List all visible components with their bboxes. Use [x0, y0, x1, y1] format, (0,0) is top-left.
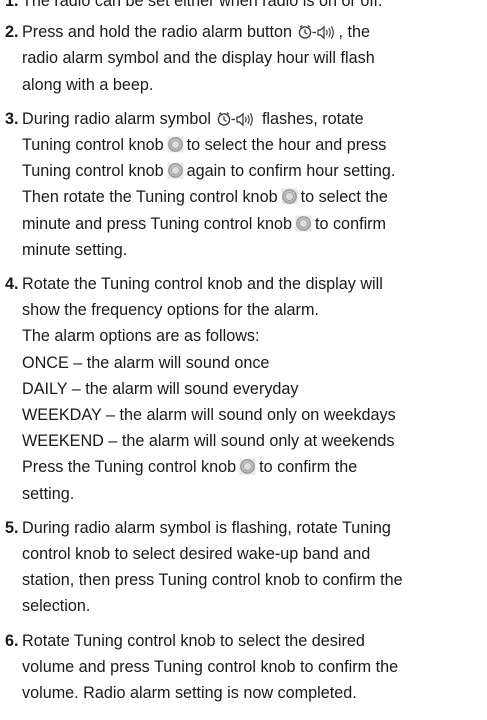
step-text: station, then press Tuning control knob …: [22, 571, 403, 590]
tuning-knob-icon: [167, 136, 184, 153]
step-text: show the frequency options for the alarm…: [22, 301, 319, 320]
step-text: During radio alarm symbol flashes, rotat…: [22, 109, 364, 128]
step-1: 1. The radio can be set either when radi…: [0, 0, 487, 14]
step-number: 5.: [5, 518, 19, 537]
step-6: 6. Rotate Tuning control knob to select …: [0, 628, 487, 707]
step-text: minute setting.: [22, 240, 128, 259]
step-number: 6.: [5, 631, 19, 650]
step-text: The alarm options are as follows:: [22, 327, 260, 346]
step-text: setting.: [22, 484, 75, 503]
step-number: 3.: [5, 109, 19, 128]
step-text: Press and hold the radio alarm button , …: [22, 23, 370, 42]
step-number: 4.: [5, 275, 19, 294]
tuning-knob-icon: [295, 215, 312, 232]
step-text: Tuning control knob to select the hour an…: [22, 136, 387, 155]
step-text: Then rotate the Tuning control knob to se…: [22, 188, 388, 207]
step-text: Rotate the Tuning control knob and the d…: [22, 275, 383, 294]
alarm-option-daily: DAILY – the alarm will sound everyday: [22, 379, 299, 398]
tuning-knob-icon: [281, 188, 298, 205]
radio-alarm-icon: [218, 111, 254, 127]
step-text: The radio can be set either when radio i…: [22, 0, 383, 10]
step-text: Rotate Tuning control knob to select the…: [22, 631, 365, 650]
step-text: Press the Tuning control knob to confirm …: [22, 458, 358, 477]
step-text: During radio alarm symbol is flashing, r…: [22, 518, 391, 537]
step-text: volume. Radio alarm setting is now compl…: [22, 684, 357, 703]
step-5: 5. During radio alarm symbol is flashing…: [0, 515, 487, 620]
step-4: 4. Rotate the Tuning control knob and th…: [0, 271, 487, 507]
step-text: volume and press Tuning control knob to …: [22, 657, 399, 676]
step-number: 1.: [5, 0, 19, 10]
step-2: 2. Press and hold the radio alarm button…: [0, 19, 487, 98]
step-3: 3. During radio alarm symbol flashes, ro…: [0, 106, 487, 263]
tuning-knob-icon: [239, 458, 256, 475]
step-number: 2.: [5, 23, 19, 42]
radio-alarm-icon: [299, 25, 335, 40]
step-text: Tuning control knob again to confirm hour…: [22, 162, 396, 181]
step-text: along with a beep.: [22, 75, 154, 94]
step-text: minute and press Tuning control knob to c…: [22, 214, 387, 233]
step-text: control knob to select desired wake-up b…: [22, 545, 371, 564]
alarm-option-once: ONCE – the alarm will sound once: [22, 353, 270, 372]
alarm-option-weekday: WEEKDAY – the alarm will sound only on w…: [22, 406, 396, 425]
tuning-knob-icon: [167, 162, 184, 179]
alarm-option-weekend: WEEKEND – the alarm will sound only at w…: [22, 432, 395, 451]
step-text: selection.: [22, 597, 91, 616]
instruction-page: 1. The radio can be set either when radi…: [0, 0, 487, 706]
step-text: radio alarm symbol and the display hour …: [22, 49, 375, 68]
